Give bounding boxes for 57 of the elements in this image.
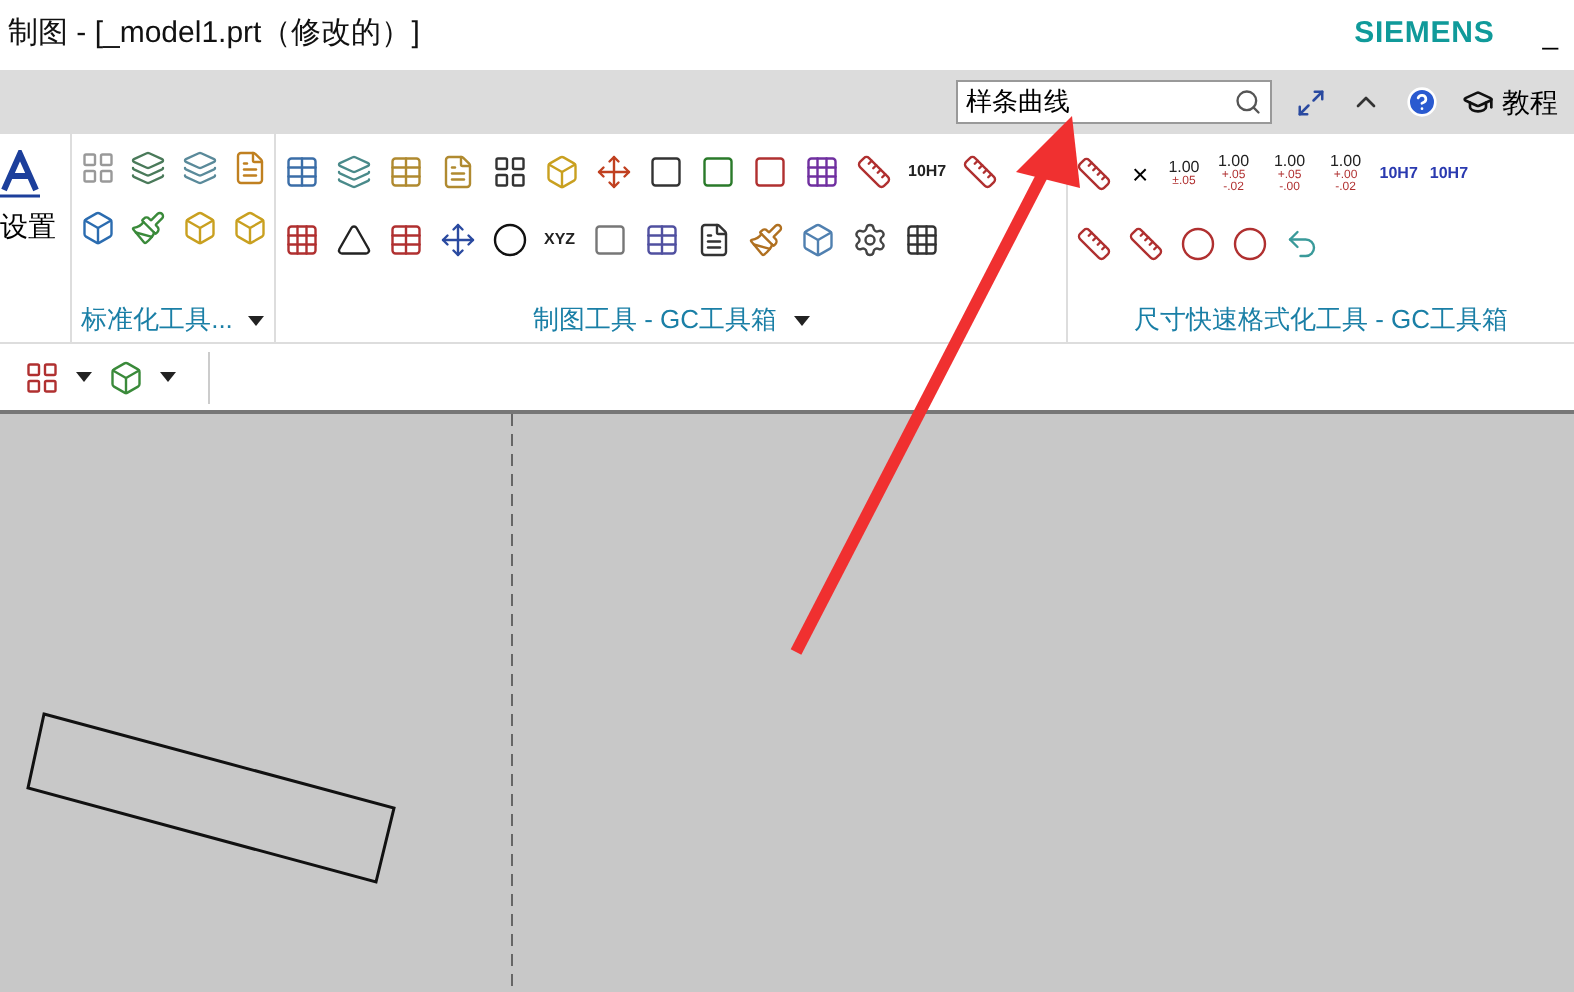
- square-icon[interactable]: [700, 154, 736, 190]
- tolerance-value[interactable]: 1.00: [1168, 160, 1200, 176]
- circle-icon[interactable]: [492, 222, 528, 258]
- brush-icon[interactable]: [130, 210, 167, 246]
- fit-label[interactable]: 10H7: [1379, 162, 1418, 186]
- maximize-icon[interactable]: [1296, 87, 1326, 117]
- search-field[interactable]: 样条曲线: [956, 80, 1272, 124]
- group-title: 制图工具 - GC工具箱: [532, 302, 778, 339]
- dropdown-caret-icon[interactable]: [160, 372, 176, 382]
- square-icon[interactable]: [648, 154, 684, 190]
- table-icon[interactable]: [284, 154, 320, 190]
- document-icon[interactable]: [695, 222, 732, 258]
- table-icon[interactable]: [388, 222, 424, 258]
- brand-logo: SIEMENS: [1354, 14, 1495, 55]
- help-icon[interactable]: [1406, 86, 1438, 118]
- letter-a-icon[interactable]: [0, 150, 40, 198]
- dropdown-caret-icon[interactable]: [248, 315, 265, 325]
- search-input[interactable]: 样条曲线: [966, 82, 1234, 122]
- group-title: 尺寸快速格式化工具 - GC工具箱: [1133, 302, 1509, 339]
- layers-icon[interactable]: [130, 150, 167, 186]
- grid-icon[interactable]: [804, 154, 840, 190]
- graduation-cap-icon[interactable]: [1462, 86, 1494, 118]
- search-icon[interactable]: [1234, 88, 1262, 116]
- window-title: 制图 - [_model1.prt（修改的）]: [8, 14, 420, 55]
- icon-label[interactable]: XYZ: [544, 232, 576, 248]
- fit-label[interactable]: 10H7: [1429, 162, 1469, 186]
- arrow-icon[interactable]: [440, 222, 476, 258]
- tolerance-value[interactable]: 1.00: [1273, 154, 1306, 170]
- layers-icon[interactable]: [181, 150, 217, 186]
- dropdown-caret-icon[interactable]: [793, 315, 810, 325]
- grid-icon[interactable]: [492, 154, 528, 190]
- minimize-button[interactable]: _: [1542, 14, 1566, 56]
- dropdown-caret-icon[interactable]: [76, 372, 92, 382]
- tolerance-value[interactable]: 1.00: [1329, 154, 1362, 170]
- triangle-icon[interactable]: [336, 222, 372, 258]
- ruler-icon[interactable]: [1128, 226, 1164, 262]
- ruler-icon[interactable]: [962, 154, 999, 190]
- tolerance-value[interactable]: 1.00: [1217, 154, 1250, 170]
- table-icon[interactable]: [643, 222, 680, 258]
- brush-icon[interactable]: [747, 222, 784, 258]
- grid-icon[interactable]: [284, 222, 320, 258]
- undo-icon[interactable]: [1284, 226, 1320, 262]
- settings-button[interactable]: 设置: [0, 206, 56, 248]
- cube-icon[interactable]: [799, 222, 836, 258]
- grid-frame-icon[interactable]: [80, 150, 116, 186]
- group-title: 标准化工具...: [81, 302, 233, 339]
- cross-icon[interactable]: ×: [1124, 153, 1157, 195]
- tutorial-button[interactable]: 教程: [1502, 81, 1558, 123]
- table-icon[interactable]: [388, 154, 424, 190]
- grid-icon[interactable]: [24, 359, 60, 395]
- dimension-icon[interactable]: [1076, 156, 1112, 192]
- ruler-icon[interactable]: [1076, 226, 1112, 262]
- square-icon[interactable]: [752, 154, 788, 190]
- ruler-icon[interactable]: [856, 154, 892, 190]
- icon-label[interactable]: 10H7: [908, 164, 947, 180]
- layers-icon[interactable]: [336, 154, 372, 190]
- settings-icon[interactable]: [851, 222, 888, 258]
